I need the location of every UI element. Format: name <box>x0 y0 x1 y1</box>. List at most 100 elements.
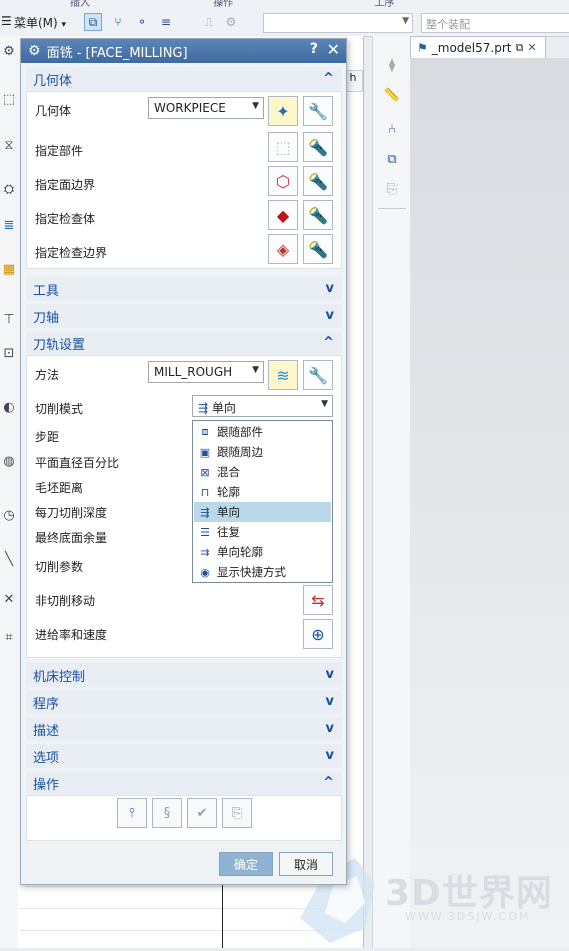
select-check-boundary-icon[interactable]: ◈ <box>268 234 298 264</box>
section-header-program[interactable]: 程序 v <box>26 690 342 714</box>
chevron-down-icon[interactable]: v <box>326 721 334 736</box>
operation-navigator-icon[interactable]: ≣ <box>0 214 18 236</box>
section-header-machine-control[interactable]: 机床控制 v <box>26 663 342 687</box>
verify-icon[interactable]: ✔ <box>187 798 217 828</box>
chevron-down-icon[interactable]: v <box>326 308 334 323</box>
ribbon-label-process: 工序 <box>374 0 395 9</box>
part-navigator-icon[interactable]: ⬚ <box>0 88 18 110</box>
section-title-options: 选项 <box>33 750 60 766</box>
create-tool-icon[interactable]: ⚙ <box>222 13 240 31</box>
chevron-down-icon[interactable]: v <box>326 281 334 296</box>
chevron-down-icon[interactable]: v <box>326 694 334 709</box>
specify-check-boundary-label: 指定检查边界 <box>35 246 108 260</box>
dialog-title-bar[interactable]: ⚙ 面铣 - [FACE_MILLING] ? ✕ <box>21 39 346 63</box>
flashlight-disabled-icon[interactable]: 🔦 <box>303 200 333 230</box>
chevron-down-icon[interactable]: v <box>326 667 334 682</box>
ok-button[interactable]: 确定 <box>219 852 273 876</box>
cut-pattern-option[interactable]: ◉ 显示快捷方式 <box>194 562 331 582</box>
cancel-button[interactable]: 取消 <box>279 852 333 876</box>
non-cutting-moves-icon[interactable]: ⇆ <box>303 585 333 615</box>
chevron-up-icon[interactable]: ^ <box>323 335 334 350</box>
roles-icon[interactable]: ⌗ <box>0 626 18 648</box>
list-icon[interactable]: ⎘ <box>222 798 252 828</box>
toolbar-separator <box>378 208 406 209</box>
section-header-path-settings[interactable]: 刀轨设置 ^ <box>26 331 342 355</box>
generate-icon[interactable]: ⫯ <box>117 798 147 828</box>
new-geometry-icon[interactable]: ✦ <box>268 96 298 126</box>
feeds-speeds-icon[interactable]: ⊕ <box>303 619 333 649</box>
machine-navigator-icon[interactable]: ▦ <box>0 258 18 280</box>
flashlight-disabled-icon[interactable]: 🔦 <box>303 234 333 264</box>
machine-tool-view-icon[interactable]: ⑂ <box>109 13 127 31</box>
section-header-geometry[interactable]: 几何体 ^ <box>26 67 342 91</box>
depth-per-cut-label: 每刀切削深度 <box>35 506 108 520</box>
section-header-tool-axis[interactable]: 刀轴 v <box>26 304 342 328</box>
cut-pattern-option[interactable]: ▣ 跟随周边 <box>194 442 331 462</box>
section-header-tools[interactable]: 工具 v <box>26 277 342 301</box>
flashlight-disabled-icon[interactable]: 🔦 <box>303 166 333 196</box>
section-header-options[interactable]: 选项 v <box>26 744 342 768</box>
help-icon[interactable]: ? <box>310 41 318 57</box>
resource-bar: ⚙ ⬚ ⧖ ⛭ ≣ ▦ ⊤ ⊡ ◐ ◍ ◷ ╲ ✕ ⌗ <box>0 36 19 948</box>
section-title-tool-axis: 刀轴 <box>33 310 60 326</box>
verify-icon[interactable]: ⎘ <box>383 178 401 200</box>
zig-with-contour-icon: ⇉ <box>200 545 210 559</box>
group-combo[interactable]: 整个装配 <box>421 13 569 33</box>
create-program-icon[interactable]: ⎍ <box>200 13 218 31</box>
geometry-select[interactable]: WORKPIECE ▼ <box>148 97 264 119</box>
settings-icon[interactable]: ⚙ <box>0 40 18 62</box>
select-check-body-icon[interactable]: ◆ <box>268 200 298 230</box>
menu-button[interactable]: 菜单(M) ▾ <box>14 14 66 31</box>
clock-icon[interactable]: ◷ <box>0 504 18 526</box>
tools-palette-icon[interactable]: ✕ <box>0 588 18 610</box>
machining-feature-icon[interactable]: ⊤ <box>0 308 18 330</box>
part-file-icon: ⚑ <box>417 40 428 55</box>
menu-icon[interactable]: ☰ <box>1 14 12 28</box>
cut-pattern-option[interactable]: ⇶ 单向 <box>194 502 331 522</box>
edit-wrench-icon[interactable]: 🔧 <box>303 96 333 126</box>
graphics-viewport[interactable] <box>410 58 569 948</box>
cut-pattern-select[interactable]: ⇶ 单向 ▼ <box>192 395 333 417</box>
cut-pattern-option[interactable]: ☰ 往复 <box>194 522 331 542</box>
cut-pattern-option[interactable]: ⧈ 跟随部件 <box>194 422 331 442</box>
chevron-up-icon[interactable]: ^ <box>323 775 334 790</box>
cut-pattern-option[interactable]: ⊓ 轮廓 <box>194 482 331 502</box>
process-studio-icon[interactable]: ╲ <box>0 548 18 570</box>
copy-path-icon[interactable]: ⧉ <box>383 148 401 170</box>
geometry-view-icon[interactable]: ⚬ <box>133 13 151 31</box>
method-select[interactable]: MILL_ROUGH ▼ <box>148 361 264 383</box>
flashlight-icon[interactable]: 🔦 <box>303 132 333 162</box>
close-tab-icon[interactable]: ✕ <box>527 41 536 54</box>
cut-pattern-option[interactable]: ⇉ 单向轮廓 <box>194 542 331 562</box>
ruler-icon[interactable]: 📏 <box>383 84 401 106</box>
geometry-label: 几何体 <box>35 104 72 118</box>
program-order-view-icon[interactable]: ⧉ <box>84 13 102 31</box>
flat-diameter-percent-label: 平面直径百分比 <box>35 456 120 470</box>
machining-method-view-icon[interactable]: ≡ <box>157 13 175 31</box>
model-tab[interactable]: ⚑ _model57.prt ⧉ ✕ <box>410 36 546 58</box>
web-browser-icon[interactable]: ◐ <box>0 396 18 418</box>
edit-wrench-icon[interactable]: 🔧 <box>303 360 333 390</box>
nav-column-divider <box>222 884 223 948</box>
assembly-navigator-icon[interactable]: ⧖ <box>0 134 18 156</box>
select-face-boundary-icon[interactable]: ⬡ <box>268 166 298 196</box>
section-header-actions[interactable]: 操作 ^ <box>26 771 342 795</box>
section-header-description[interactable]: 描述 v <box>26 717 342 741</box>
cut-parameters-label: 切削参数 <box>35 560 84 574</box>
filter-combo[interactable]: ▼ <box>263 13 413 33</box>
constraint-navigator-icon[interactable]: ⛭ <box>0 178 18 200</box>
chevron-down-icon[interactable]: v <box>326 748 334 763</box>
pin-icon[interactable]: ⧉ <box>515 41 523 55</box>
select-part-icon[interactable]: ⬚ <box>268 132 298 162</box>
close-icon[interactable]: ✕ <box>327 40 340 59</box>
reuse-library-icon[interactable]: ⊡ <box>0 342 18 364</box>
new-method-icon[interactable]: ≋ <box>268 360 298 390</box>
section-title-path-settings: 刀轨设置 <box>33 337 86 353</box>
cut-pattern-option[interactable]: ⊠ 混合 <box>194 462 331 482</box>
chevron-up-icon[interactable]: ^ <box>323 71 334 86</box>
tool-path-icon[interactable]: ⑃ <box>383 118 401 140</box>
tool-stack-icon[interactable]: ⧫ <box>383 54 401 76</box>
gear-icon[interactable]: ⚙ <box>28 43 41 59</box>
replay-icon[interactable]: § <box>152 798 182 828</box>
history-icon[interactable]: ◍ <box>0 450 18 472</box>
